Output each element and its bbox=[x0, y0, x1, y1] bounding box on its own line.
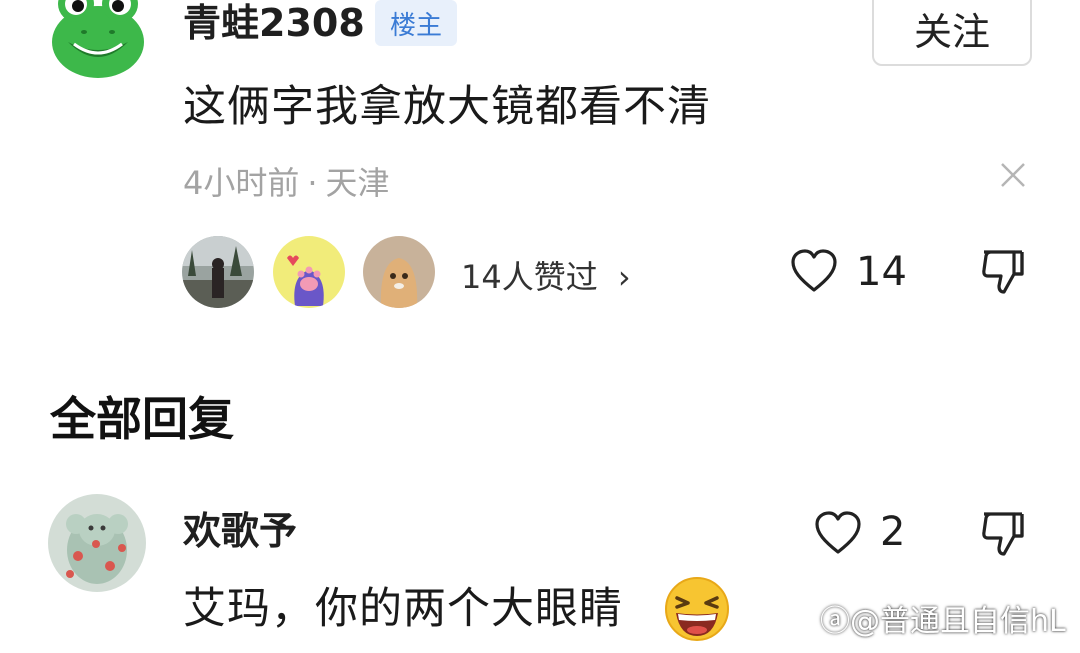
heart-icon[interactable] bbox=[790, 248, 838, 294]
dislike-icon[interactable] bbox=[980, 510, 1026, 558]
post-comment-text: 这俩字我拿放大镜都看不清 bbox=[183, 82, 711, 132]
likers-summary-text: 14人赞过 bbox=[461, 258, 598, 296]
frog-avatar-icon[interactable] bbox=[48, 0, 148, 82]
post-meta: 4小时前 · 天津 bbox=[183, 158, 390, 204]
likers-summary[interactable]: 14人赞过 › bbox=[461, 252, 631, 298]
replies-title: 全部回复 bbox=[50, 392, 234, 446]
chevron-right-icon: › bbox=[617, 258, 631, 296]
liker-avatar[interactable] bbox=[182, 236, 254, 308]
liker-avatar[interactable] bbox=[273, 236, 345, 308]
reply-like-count: 2 bbox=[880, 509, 906, 555]
heart-icon[interactable] bbox=[814, 510, 862, 556]
comment-page: 青蛙2308 楼主 关注 这俩字我拿放大镜都看不清 4小时前 · 天津 14人赞… bbox=[0, 0, 1080, 653]
reply-avatar[interactable] bbox=[48, 494, 146, 592]
reply-comment-text: 艾玛，你的两个大眼睛 bbox=[183, 584, 623, 634]
op-badge: 楼主 bbox=[375, 0, 457, 46]
follow-button[interactable]: 关注 bbox=[872, 0, 1032, 66]
meta-separator: · bbox=[307, 164, 318, 202]
liker-avatar[interactable] bbox=[363, 236, 435, 308]
post-location: 天津 bbox=[325, 164, 390, 202]
laughing-emoji-icon bbox=[664, 576, 730, 642]
close-icon[interactable] bbox=[998, 160, 1028, 190]
post-username[interactable]: 青蛙2308 bbox=[183, 4, 365, 42]
post-like-count: 14 bbox=[856, 249, 907, 295]
dislike-icon[interactable] bbox=[980, 248, 1026, 296]
reply-username[interactable]: 欢歌予 bbox=[183, 512, 297, 550]
watermark: ⓐ@普通且自信hL bbox=[820, 604, 1066, 639]
post-time: 4小时前 bbox=[183, 164, 300, 202]
